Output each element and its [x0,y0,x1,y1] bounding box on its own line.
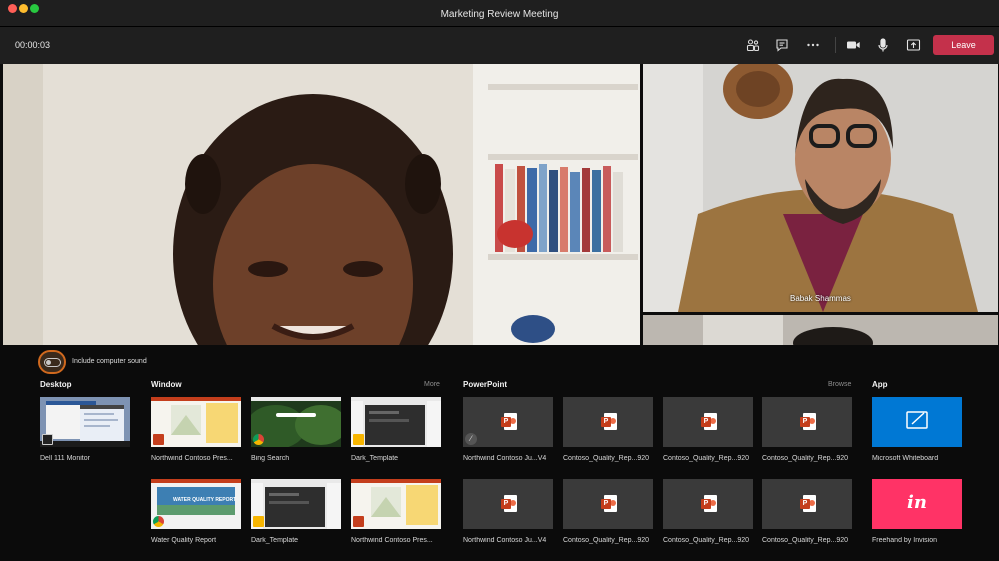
more-options-button[interactable] [803,35,823,55]
invision-app-tile[interactable]: in [872,479,962,529]
powerpoint-file-caption: Contoso_Quality_Rep...920 [563,537,649,544]
meeting-toolbar: 00:00:03 Leave [0,27,999,64]
toolbar-divider [835,37,836,53]
participant-video-image [3,64,640,345]
window-tile-5[interactable] [251,479,341,529]
desktop-caption: Dell 111 Monitor [40,455,90,462]
share-content-button[interactable] [903,35,923,55]
window-thumbnail-image [151,479,241,529]
powerpoint-file-icon: P [501,413,517,430]
desktop-share-tile[interactable] [40,397,130,447]
window-caption-1: Northwind Contoso Pres... [151,455,233,462]
powerpoint-file-tile[interactable]: P [463,479,553,529]
powerpoint-file-caption: Contoso_Quality_Rep...920 [762,455,848,462]
window-thumbnail-image [151,397,241,447]
share-icon [906,39,920,51]
window-heading: Window [151,380,182,389]
app-heading: App [872,380,888,389]
toggle-icon [44,358,61,367]
participant-video-feed [643,64,998,312]
powerpoint-file-caption: Northwind Contoso Ju...V4 [463,537,547,544]
powerpoint-app-icon [153,434,164,445]
powerpoint-app-icon [353,516,364,527]
participant-video-feed-2 [643,315,998,345]
invision-icon: in [907,492,927,513]
powerpoint-file-caption: Contoso_Quality_Rep...920 [762,537,848,544]
window-tile-4[interactable]: WATER QUALITY REPORT [151,479,241,529]
water-report-banner: WATER QUALITY REPORT [173,497,237,503]
powerpoint-file-icon: P [800,413,816,430]
participant-name-label: Babak Shammas [790,294,851,303]
participant-video-image [643,315,998,345]
chrome-app-icon [153,516,164,527]
participants-icon [746,39,760,52]
window-caption-5: Dark_Template [251,537,299,544]
title-bar: Marketing Review Meeting [0,0,999,27]
window-thumbnail-image [351,397,441,447]
participant-video-image [643,64,998,312]
powerpoint-file-icon: P [800,495,816,512]
include-sound-label: Include computer sound [72,358,147,365]
window-caption-6: Northwind Contoso Pres... [351,537,433,544]
app-caption-2: Freehand by Invision [872,537,937,544]
window-caption-3: Dark_Template [351,455,399,462]
powerpoint-file-icon: P [601,413,617,430]
powerpoint-file-tile[interactable]: P [663,397,753,447]
powerpoint-file-icon: P [601,495,617,512]
sketch-app-icon [253,516,264,527]
powerpoint-file-caption: Contoso_Quality_Rep...920 [563,455,649,462]
powerpoint-file-tile[interactable]: P [762,479,852,529]
powerpoint-file-icon: P [501,495,517,512]
chat-button[interactable] [772,35,792,55]
window-more-link[interactable]: More [424,381,440,388]
powerpoint-heading: PowerPoint [463,380,508,389]
whiteboard-app-tile[interactable] [872,397,962,447]
camera-icon [846,41,860,49]
monitor-share-icon [42,434,53,445]
window-caption-2: Bing Search [251,455,290,462]
powerpoint-file-tile[interactable]: P [762,397,852,447]
window-tile-6[interactable] [351,479,441,529]
microphone-icon [878,37,888,51]
window-caption-4: Water Quality Report [151,537,217,544]
powerpoint-file-tile[interactable]: P [663,479,753,529]
chrome-app-icon [253,434,264,445]
main-video-feed [3,64,640,345]
powerpoint-file-icon: P [701,495,717,512]
microphone-button[interactable] [873,35,893,55]
camera-button[interactable] [843,35,863,55]
app-caption-1: Microsoft Whiteboard [872,455,939,462]
powerpoint-browse-link[interactable]: Browse [828,381,851,388]
sketch-app-icon [353,434,364,445]
powerpoint-file-caption: Contoso_Quality_Rep...920 [663,455,749,462]
desktop-heading: Desktop [40,380,72,389]
window-thumbnail-image [351,479,441,529]
attachment-icon: ∕ [465,433,477,445]
window-tile-2[interactable] [251,397,341,447]
powerpoint-file-tile[interactable]: P [563,397,653,447]
include-sound-toggle[interactable] [38,350,66,374]
desktop-thumbnail-image [40,397,130,447]
powerpoint-file-tile[interactable]: P [563,479,653,529]
leave-button[interactable]: Leave [933,35,994,55]
powerpoint-file-tile[interactable]: P ∕ [463,397,553,447]
call-timer: 00:00:03 [15,40,51,50]
powerpoint-file-caption: Contoso_Quality_Rep...920 [663,537,749,544]
window-tile-1[interactable] [151,397,241,447]
participants-button[interactable] [743,35,763,55]
window-thumbnail-image [251,479,341,529]
chat-icon [776,39,788,52]
window-tile-3[interactable] [351,397,441,447]
window-title: Marketing Review Meeting [440,9,559,20]
more-icon [807,43,819,47]
powerpoint-file-caption: Northwind Contoso Ju...V4 [463,455,547,462]
powerpoint-file-icon: P [701,413,717,430]
whiteboard-icon [906,411,928,429]
window-thumbnail-image [251,397,341,447]
